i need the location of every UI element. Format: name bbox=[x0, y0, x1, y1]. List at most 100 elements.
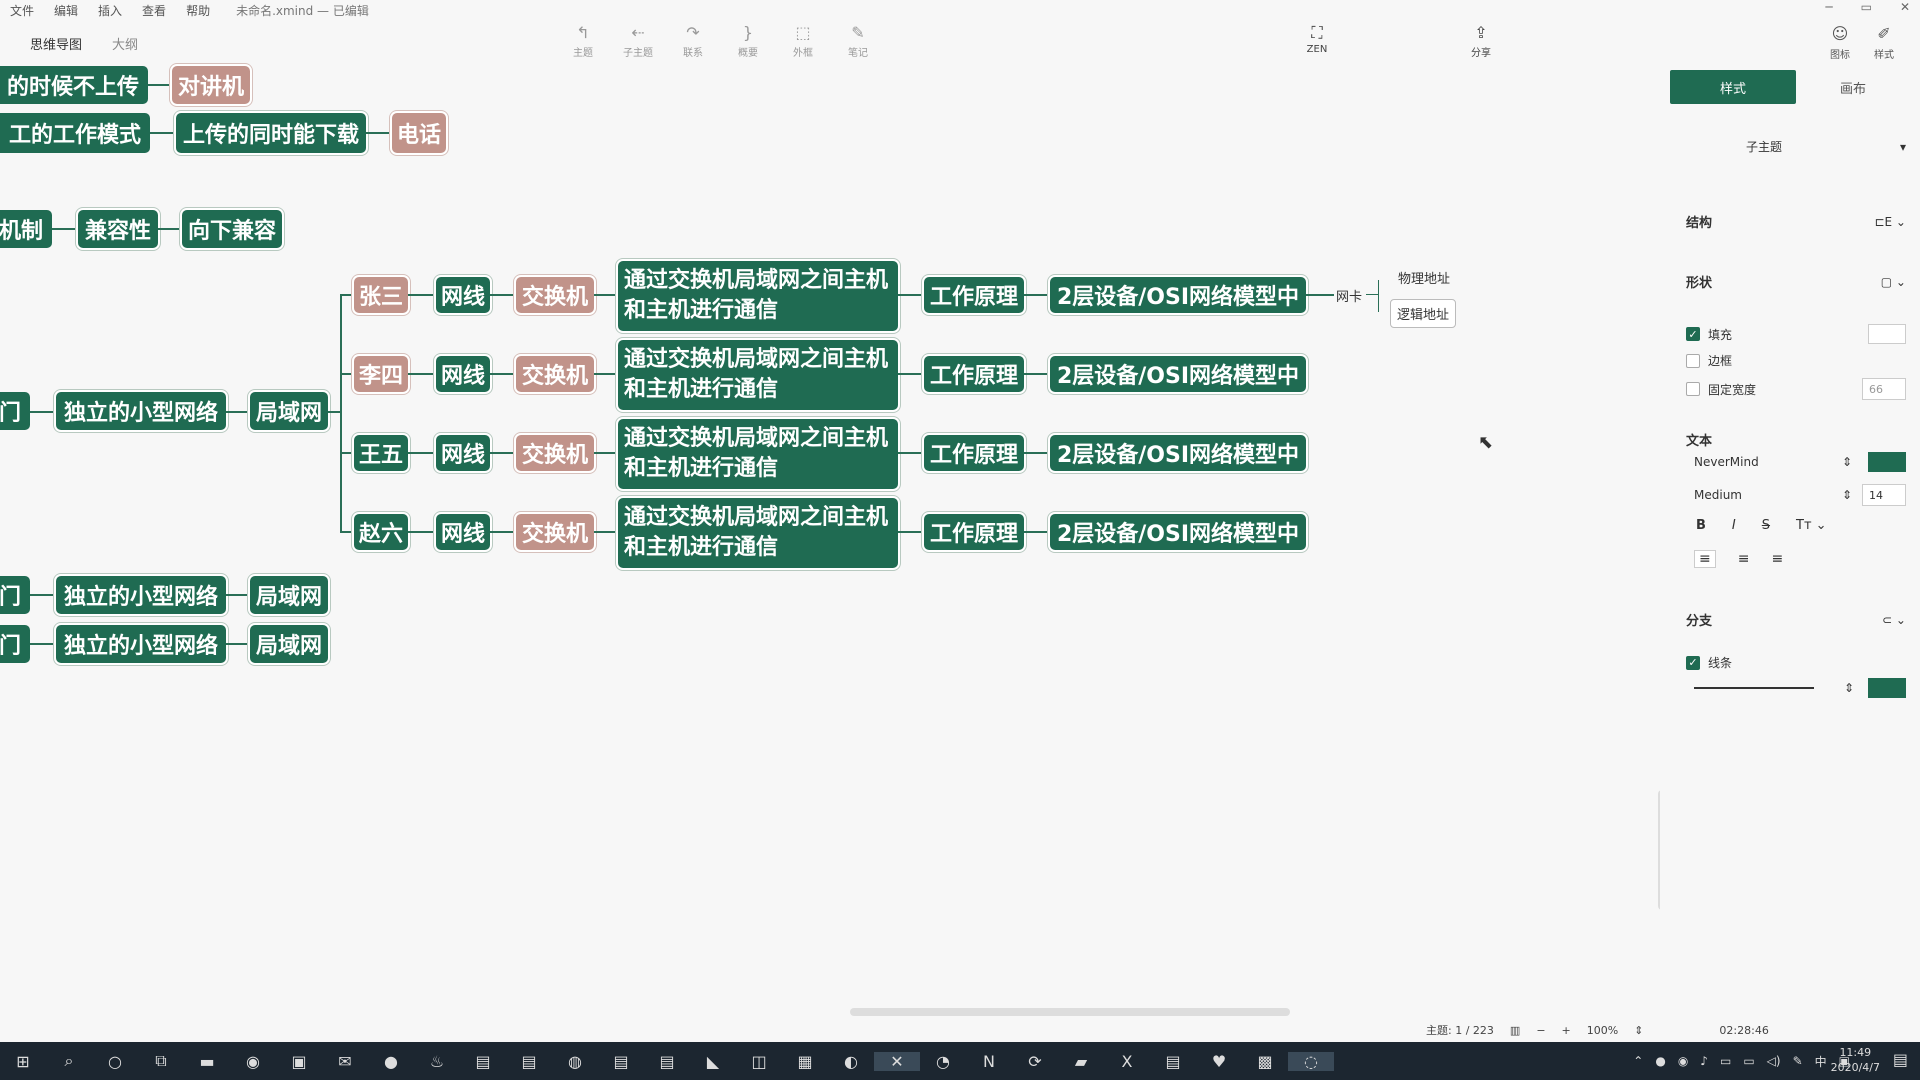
topic-type-select[interactable]: 子主题 ▾ bbox=[1686, 138, 1906, 155]
minimize-icon[interactable]: ─ bbox=[1825, 0, 1832, 14]
ime-indicator[interactable]: 中 bbox=[1815, 1053, 1827, 1070]
notification-icon[interactable]: ▤ bbox=[1893, 1050, 1908, 1069]
close-icon[interactable]: ✕ bbox=[1900, 0, 1910, 14]
topic-node[interactable]: 机制 bbox=[0, 210, 52, 248]
fill-color-swatch[interactable] bbox=[1868, 324, 1906, 344]
tray-app-icon[interactable]: ◉ bbox=[1678, 1054, 1688, 1068]
boundary-button[interactable]: ⬚ 外框 bbox=[778, 22, 828, 59]
layer-node[interactable]: 2层设备/OSI网络模型中 bbox=[1050, 277, 1306, 313]
physical-address-node[interactable]: 物理地址 bbox=[1398, 268, 1450, 287]
principle-node[interactable]: 工作原理 bbox=[924, 356, 1024, 392]
task-view-icon[interactable]: ⧉ bbox=[138, 1051, 184, 1071]
menu-insert[interactable]: 插入 bbox=[98, 2, 122, 19]
app-icon[interactable]: ▤ bbox=[1150, 1052, 1196, 1071]
dept-node[interactable]: 门 bbox=[0, 576, 30, 614]
note-button[interactable]: ✎ 笔记 bbox=[833, 22, 883, 59]
microphone-icon[interactable]: ♪ bbox=[1700, 1054, 1708, 1068]
tray-app-icon[interactable]: ● bbox=[1655, 1054, 1665, 1068]
mail-icon[interactable]: ✉ bbox=[322, 1052, 368, 1071]
app-icon[interactable]: ▤ bbox=[644, 1052, 690, 1071]
topic-node[interactable]: 电话 bbox=[392, 113, 446, 153]
comm-node[interactable]: 通过交换机局域网之间主机和主机进行通信 bbox=[618, 261, 898, 331]
shape-select[interactable]: ▢ ⌄ bbox=[1881, 275, 1906, 289]
switch-node[interactable]: 交换机 bbox=[516, 514, 594, 550]
app-icon[interactable]: ♨ bbox=[414, 1052, 460, 1071]
line-style-select[interactable] bbox=[1694, 687, 1814, 689]
comm-node[interactable]: 通过交换机局域网之间主机和主机进行通信 bbox=[618, 340, 898, 410]
tray-expand-icon[interactable]: ⌃ bbox=[1633, 1054, 1643, 1068]
search-icon[interactable]: ⌕ bbox=[46, 1051, 92, 1071]
font-select[interactable]: NeverMind bbox=[1694, 455, 1759, 469]
align-right-icon[interactable]: ≡ bbox=[1771, 551, 1783, 567]
zoom-level[interactable]: 100% bbox=[1587, 1024, 1618, 1037]
style-panel-button[interactable]: ✐ 样式 bbox=[1862, 24, 1906, 61]
relation-button[interactable]: ↷ 联系 bbox=[668, 22, 718, 59]
topic-node[interactable]: 上传的同时能下载 bbox=[176, 113, 366, 153]
strikethrough-button[interactable]: S bbox=[1762, 518, 1770, 533]
italic-button[interactable]: I bbox=[1732, 518, 1736, 533]
lan-node[interactable]: 局域网 bbox=[250, 392, 328, 430]
line-checkbox[interactable]: ✓ bbox=[1686, 655, 1700, 670]
dept-node[interactable]: 门 bbox=[0, 392, 30, 430]
app-icon[interactable]: ⟳ bbox=[1012, 1052, 1058, 1071]
vscode-icon[interactable]: ◣ bbox=[690, 1052, 736, 1071]
app-icon[interactable]: ◫ bbox=[736, 1052, 782, 1071]
zoom-out-icon[interactable]: − bbox=[1536, 1024, 1545, 1037]
small-network-node[interactable]: 独立的小型网络 bbox=[56, 392, 226, 430]
updown-icon[interactable]: ⇕ bbox=[1634, 1024, 1643, 1037]
switch-node[interactable]: 交换机 bbox=[516, 435, 594, 471]
mindmap-canvas[interactable]: 的时候不上传 对讲机 工的工作模式 上传的同时能下载 电话 机制 兼容性 向下兼… bbox=[0, 62, 1660, 1042]
menu-view[interactable]: 查看 bbox=[142, 2, 166, 19]
zen-button[interactable]: ⛶ ZEN bbox=[1292, 22, 1342, 55]
dept-node[interactable]: 门 bbox=[0, 625, 30, 663]
align-center-icon[interactable]: ≡ bbox=[1738, 551, 1750, 567]
align-left-icon[interactable]: ≡ bbox=[1694, 550, 1716, 568]
switch-node[interactable]: 交换机 bbox=[516, 277, 594, 313]
border-checkbox[interactable] bbox=[1686, 353, 1700, 368]
principle-node[interactable]: 工作原理 bbox=[924, 514, 1024, 550]
nic-node[interactable]: 网卡 bbox=[1336, 286, 1362, 305]
structure-select[interactable]: ⊏E ⌄ bbox=[1874, 215, 1906, 229]
logical-address-node[interactable]: 逻辑地址 bbox=[1390, 299, 1457, 328]
app-icon[interactable]: ▰ bbox=[1058, 1052, 1104, 1071]
file-explorer-icon[interactable]: ▬ bbox=[184, 1052, 230, 1071]
comm-node[interactable]: 通过交换机局域网之间主机和主机进行通信 bbox=[618, 498, 898, 568]
person-node[interactable]: 张三 bbox=[354, 277, 408, 313]
menu-help[interactable]: 帮助 bbox=[186, 2, 210, 19]
xmind-icon[interactable]: ✕ bbox=[874, 1051, 920, 1071]
tab-outline[interactable]: 大纲 bbox=[112, 34, 138, 53]
app-icon[interactable]: ▤ bbox=[506, 1052, 552, 1071]
cable-node[interactable]: 网线 bbox=[436, 277, 490, 313]
app-icon[interactable]: ● bbox=[368, 1052, 414, 1071]
person-node[interactable]: 赵六 bbox=[354, 514, 408, 550]
cable-node[interactable]: 网线 bbox=[436, 356, 490, 392]
comm-node[interactable]: 通过交换机局域网之间主机和主机进行通信 bbox=[618, 419, 898, 489]
maximize-icon[interactable]: ▭ bbox=[1861, 0, 1872, 14]
network-icon[interactable]: ▭ bbox=[1743, 1054, 1754, 1068]
subtopic-button[interactable]: ⇠ 子主题 bbox=[613, 22, 663, 59]
app-icon[interactable]: ◍ bbox=[552, 1052, 598, 1071]
person-node[interactable]: 王五 bbox=[354, 435, 408, 471]
excel-icon[interactable]: X bbox=[1104, 1052, 1150, 1071]
chrome-icon[interactable]: ◉ bbox=[230, 1052, 276, 1071]
text-color-swatch[interactable] bbox=[1868, 452, 1906, 472]
wechat-icon[interactable]: ◌ bbox=[1288, 1051, 1334, 1071]
small-network-node[interactable]: 独立的小型网络 bbox=[56, 576, 226, 614]
topic-button[interactable]: ↰ 主题 bbox=[558, 22, 608, 59]
icon-panel-button[interactable]: ☺ 图标 bbox=[1818, 24, 1862, 61]
battery-icon[interactable]: ▭ bbox=[1720, 1054, 1731, 1068]
topic-node[interactable]: 向下兼容 bbox=[182, 210, 282, 248]
tab-mindmap[interactable]: 思维导图 bbox=[30, 34, 82, 53]
branch-select[interactable]: ⊂ ⌄ bbox=[1882, 613, 1906, 627]
topic-node[interactable]: 的时候不上传 bbox=[0, 66, 148, 104]
person-node[interactable]: 李四 bbox=[354, 356, 408, 392]
small-network-node[interactable]: 独立的小型网络 bbox=[56, 625, 226, 663]
pen-icon[interactable]: ✎ bbox=[1793, 1054, 1803, 1068]
clock[interactable]: 11:49 2020/4/7 bbox=[1831, 1045, 1880, 1075]
topic-node[interactable]: 兼容性 bbox=[78, 210, 158, 248]
text-case-button[interactable]: Tт ⌄ bbox=[1796, 518, 1827, 533]
topic-node[interactable]: 对讲机 bbox=[172, 66, 250, 104]
principle-node[interactable]: 工作原理 bbox=[924, 435, 1024, 471]
app-icon[interactable]: ◔ bbox=[920, 1052, 966, 1071]
lan-node[interactable]: 局域网 bbox=[250, 576, 328, 614]
